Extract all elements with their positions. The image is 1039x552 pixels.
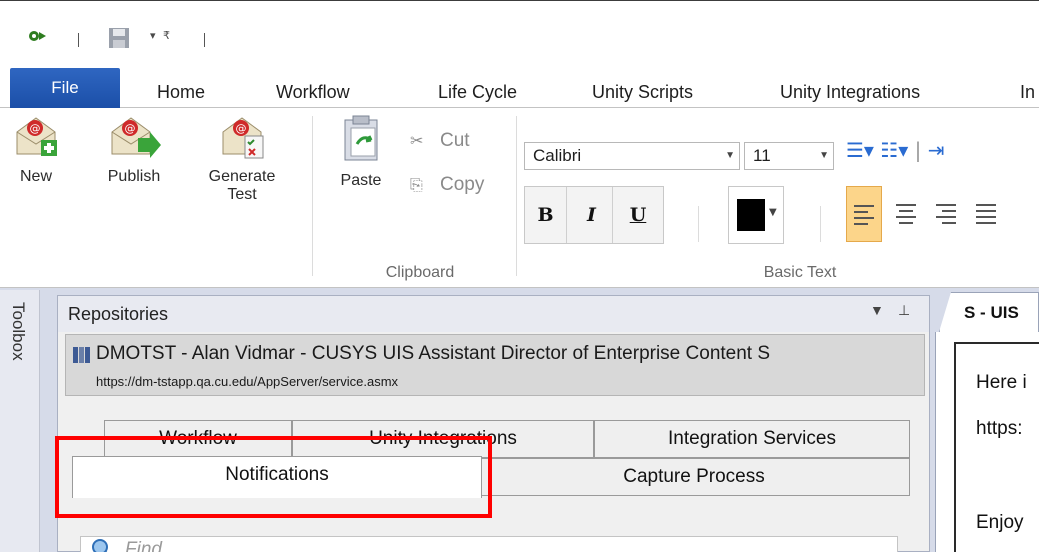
toolbar-separator: | bbox=[914, 138, 922, 162]
font-color-button[interactable]: ▼ bbox=[728, 186, 784, 244]
bullet-list-icon[interactable]: ☰▾ bbox=[846, 138, 874, 162]
justify-icon[interactable] bbox=[976, 204, 998, 228]
customize-toolbar-icon[interactable]: ▾ ₹ bbox=[150, 29, 172, 42]
paste-button[interactable]: Paste bbox=[326, 108, 396, 190]
scissors-icon: ✂ bbox=[410, 133, 424, 150]
ribbon-separator bbox=[820, 206, 821, 242]
ribbon: @ New @ Publish @ Generate Test Paste ✂ … bbox=[0, 108, 1039, 288]
tab-overflow[interactable]: In bbox=[1020, 66, 1035, 108]
font-color-swatch bbox=[737, 199, 765, 231]
generate-test-button[interactable]: @ Generate Test bbox=[192, 108, 292, 204]
clipboard-group-label: Clipboard bbox=[385, 264, 455, 281]
document-tab-label: S - UIS bbox=[964, 303, 1019, 322]
align-center-icon[interactable] bbox=[896, 204, 918, 228]
copy-button[interactable]: ⎘ Copy bbox=[410, 174, 484, 196]
tab-unity-scripts[interactable]: Unity Scripts bbox=[592, 66, 693, 108]
align-left-icon bbox=[854, 205, 876, 229]
document-line: Enjoy bbox=[976, 512, 1024, 533]
ribbon-tab-bar: File Home Workflow Life Cycle Unity Scri… bbox=[0, 66, 1039, 108]
chevron-down-icon: ▼ bbox=[769, 207, 777, 218]
text-format-group: B I U bbox=[524, 186, 664, 244]
align-right-icon[interactable] bbox=[936, 204, 958, 228]
ribbon-separator bbox=[698, 206, 699, 242]
publish-button[interactable]: @ Publish bbox=[92, 108, 176, 186]
bold-button[interactable]: B bbox=[525, 187, 567, 243]
paste-label: Paste bbox=[340, 172, 382, 189]
publish-label: Publish bbox=[107, 168, 161, 185]
font-name-select[interactable]: Calibri ▼ bbox=[524, 142, 740, 170]
new-email-icon: @ bbox=[16, 117, 57, 156]
underline-button[interactable]: U bbox=[617, 187, 659, 243]
tab-integration-services[interactable]: Integration Services bbox=[594, 420, 910, 458]
tab-home[interactable]: Home bbox=[157, 66, 205, 108]
quick-access-toolbar: ▾ ₹ bbox=[0, 0, 1039, 66]
align-left-button[interactable] bbox=[846, 186, 882, 242]
svg-text:@: @ bbox=[125, 122, 136, 135]
highlight-box bbox=[55, 436, 492, 518]
repository-books-icon bbox=[73, 347, 90, 363]
document-tab[interactable]: S - UIS bbox=[939, 292, 1039, 332]
tab-unity-integrations[interactable]: Unity Integrations bbox=[780, 66, 920, 108]
svg-text:@: @ bbox=[236, 122, 247, 135]
svg-text:@: @ bbox=[30, 122, 41, 135]
chevron-down-icon: ▼ bbox=[819, 150, 829, 161]
chevron-down-icon: ▼ bbox=[725, 150, 735, 161]
save-icon[interactable] bbox=[108, 27, 130, 49]
tab-capture-process[interactable]: Capture Process bbox=[478, 458, 910, 496]
publish-email-icon: @ bbox=[111, 117, 161, 158]
find-box[interactable]: Find bbox=[80, 536, 898, 552]
basic-text-group-label: Basic Text bbox=[763, 264, 837, 281]
toolbar-separator bbox=[204, 33, 205, 47]
gear-run-icon[interactable] bbox=[28, 29, 46, 43]
cut-button[interactable]: ✂ Cut bbox=[410, 130, 470, 152]
pin-icon[interactable]: ⊥ bbox=[898, 302, 910, 319]
font-size-select[interactable]: 11 ▼ bbox=[744, 142, 834, 170]
connection-name: DMOTST - Alan Vidmar - CUSYS UIS Assista… bbox=[96, 343, 771, 364]
find-placeholder: Find bbox=[125, 539, 162, 552]
document-line: Here i bbox=[976, 372, 1027, 393]
generate-test-icon: @ bbox=[222, 117, 264, 159]
new-button[interactable]: @ New bbox=[6, 108, 66, 186]
ribbon-separator bbox=[312, 116, 313, 276]
list-buttons: ☰▾ ☷▾ | ⇥ bbox=[846, 138, 945, 162]
ribbon-separator bbox=[516, 116, 517, 276]
tab-life-cycle[interactable]: Life Cycle bbox=[438, 66, 517, 108]
repositories-title: Repositories bbox=[68, 304, 169, 324]
toolbox-sidebar[interactable]: Toolbox bbox=[0, 290, 40, 552]
document-body[interactable]: Here i https: Enjoy bbox=[935, 332, 1039, 552]
generate-test-label: Generate Test bbox=[208, 168, 276, 203]
tab-workflow[interactable]: Workflow bbox=[276, 66, 350, 108]
toolbox-label: Toolbox bbox=[9, 302, 28, 361]
toolbar-separator bbox=[78, 33, 79, 47]
new-label: New bbox=[19, 168, 52, 185]
numbered-list-icon[interactable]: ☷▾ bbox=[880, 138, 908, 162]
search-icon bbox=[92, 539, 108, 552]
paste-clipboard-icon bbox=[344, 115, 378, 161]
document-editor[interactable]: Here i https: Enjoy bbox=[954, 342, 1039, 552]
panel-menu-icon[interactable]: ▼ bbox=[870, 302, 884, 318]
copy-icon: ⎘ bbox=[410, 177, 423, 194]
tab-file[interactable]: File bbox=[10, 68, 120, 108]
italic-button[interactable]: I bbox=[571, 187, 613, 243]
connection-url: https://dm-tstapp.qa.cu.edu/AppServer/se… bbox=[96, 374, 399, 389]
indent-icon[interactable]: ⇥ bbox=[928, 138, 945, 162]
document-line: https: bbox=[976, 418, 1023, 439]
repositories-title-bar: Repositories ▼ ⊥ bbox=[58, 296, 929, 332]
repository-connection[interactable]: DMOTST - Alan Vidmar - CUSYS UIS Assista… bbox=[65, 334, 925, 396]
document-panel: S - UIS Here i https: Enjoy bbox=[935, 292, 1039, 552]
